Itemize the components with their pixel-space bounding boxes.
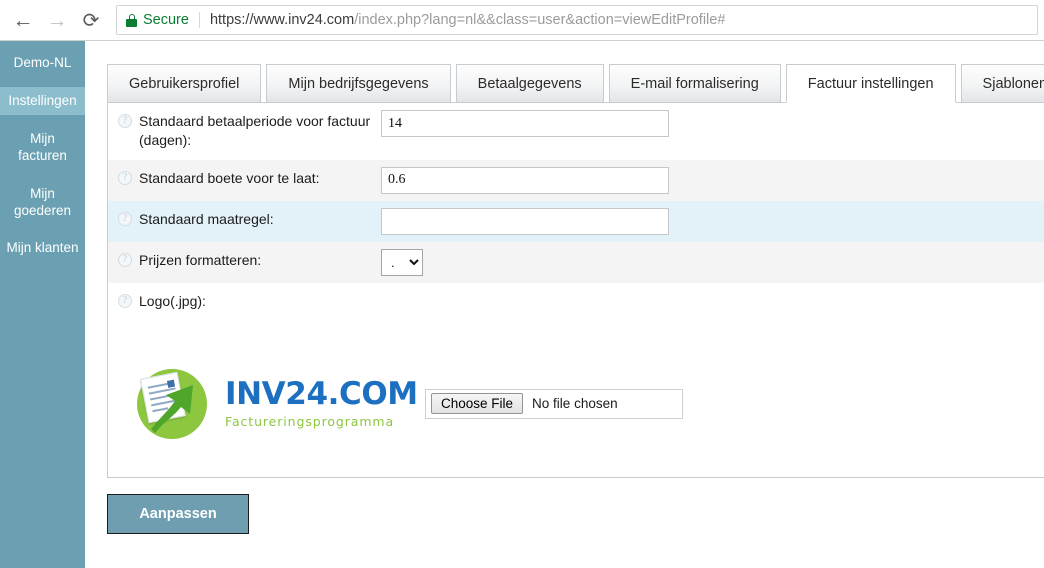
form-row-prijzen-formatteren: ? Prijzen formatteren: . ,	[108, 241, 1044, 283]
sidebar: Demo-NL Instellingen Mijn facturen Mijn …	[0, 41, 85, 568]
prijzen-formatteren-select[interactable]: . ,	[381, 248, 423, 276]
field-cell: . ,	[381, 242, 1044, 283]
label-cell: ? Prijzen formatteren:	[108, 242, 381, 279]
field-label: Standaard maatregel:	[139, 210, 274, 227]
help-question-icon[interactable]: ?	[118, 114, 132, 128]
tab-label: Betaalgegevens	[477, 75, 582, 92]
field-label: Logo(.jpg):	[139, 292, 206, 309]
submit-area: Aanpassen	[107, 494, 249, 534]
tab-gebruikersprofiel[interactable]: Gebruikersprofiel	[107, 64, 262, 102]
sidebar-item-mijn-facturen[interactable]: Mijn facturen	[0, 125, 85, 170]
label-cell: ? Standaard betaalperiode voor factuur (…	[108, 103, 381, 160]
tab-label: E-mail formalisering	[630, 75, 759, 92]
tab-label: Mijn bedrijfsgegevens	[288, 75, 429, 92]
label-cell: ? Standaard maatregel:	[108, 201, 381, 238]
logo-upload-area: INV24.COM Factureringsprogramma Choose F…	[108, 358, 1044, 450]
growth-arrow-icon	[151, 384, 193, 433]
field-cell	[381, 201, 1044, 242]
field-cell	[381, 103, 1044, 144]
omnibox-divider	[198, 12, 200, 28]
choose-file-button[interactable]: Choose File	[431, 393, 524, 415]
forward-button[interactable]: →	[40, 3, 74, 37]
sidebar-item-instellingen[interactable]: Instellingen	[0, 87, 85, 115]
url-path: /index.php?lang=nl&&class=user&action=vi…	[354, 12, 726, 28]
tab-label: Factuur instellingen	[807, 75, 934, 92]
tab-mijn-bedrijfsgegevens[interactable]: Mijn bedrijfsgegevens	[266, 64, 451, 102]
sidebar-item-mijn-goederen[interactable]: Mijn goederen	[0, 180, 85, 225]
address-bar[interactable]: Secure https://www.inv24.com/index.php?l…	[116, 5, 1038, 35]
back-button[interactable]: ←	[6, 3, 40, 37]
main-content: Gebruikersprofiel Mijn bedrijfsgegevens …	[85, 41, 1044, 568]
label-cell: ? Logo(.jpg):	[108, 283, 381, 320]
url-text: https://www.inv24.com/index.php?lang=nl&…	[210, 12, 725, 28]
form-row-maatregel: ? Standaard maatregel:	[108, 200, 1044, 242]
field-label: Standaard betaalperiode voor factuur (da…	[139, 113, 371, 149]
sidebar-item-label: Mijn facturen	[18, 131, 67, 164]
help-question-icon[interactable]: ?	[118, 170, 132, 185]
boete-input[interactable]	[381, 166, 669, 194]
tab-label: Gebruikersprofiel	[129, 75, 240, 92]
help-question-icon[interactable]: ?	[118, 211, 132, 226]
field-label: Prijzen formatteren:	[139, 251, 262, 268]
page-body: Demo-NL Instellingen Mijn facturen Mijn …	[0, 41, 1044, 568]
inv24-logo-icon	[131, 363, 213, 445]
tab-email-formalisering[interactable]: E-mail formalisering	[608, 64, 781, 102]
maatregel-input[interactable]	[381, 207, 669, 235]
lock-icon	[126, 13, 137, 27]
sidebar-item-demo-nl[interactable]: Demo-NL	[0, 49, 85, 77]
field-label: Standaard boete voor te laat:	[139, 169, 320, 186]
logo-name-text: INV24.COM	[225, 375, 418, 412]
form-row-logo: ? Logo(.jpg):	[108, 282, 1044, 320]
field-cell	[381, 160, 1044, 201]
help-question-icon[interactable]: ?	[118, 252, 132, 267]
logo-tagline-text: Factureringsprogramma	[225, 413, 395, 429]
label-cell: ? Standaard boete voor te laat:	[108, 160, 381, 197]
sidebar-item-label: Demo-NL	[13, 55, 72, 71]
form-row-boete: ? Standaard boete voor te laat:	[108, 159, 1044, 201]
sidebar-item-label: Mijn klanten	[6, 240, 79, 256]
logo-file-input[interactable]: Choose File No file chosen	[425, 388, 683, 419]
help-question-icon[interactable]: ?	[118, 293, 132, 308]
forward-arrow-icon: →	[46, 8, 68, 32]
reload-button[interactable]: ⟳	[74, 3, 108, 37]
settings-panel: ? Standaard betaalperiode voor factuur (…	[107, 103, 1044, 478]
secure-label: Secure	[143, 12, 189, 28]
form-row-betaalperiode: ? Standaard betaalperiode voor factuur (…	[108, 103, 1044, 160]
tab-factuur-instellingen[interactable]: Factuur instellingen	[785, 64, 956, 103]
betaalperiode-input[interactable]	[381, 110, 669, 137]
sidebar-item-mijn-klanten[interactable]: Mijn klanten	[0, 234, 85, 262]
tab-betaalgegevens[interactable]: Betaalgegevens	[455, 64, 604, 102]
tab-label: Sjablonen	[982, 75, 1044, 92]
sidebar-item-label: Instellingen	[8, 93, 77, 109]
tab-bar: Gebruikersprofiel Mijn bedrijfsgegevens …	[107, 64, 1044, 103]
url-host: https://www.inv24.com	[209, 12, 355, 28]
tab-sjablonen[interactable]: Sjablonen	[960, 64, 1044, 102]
file-status-text: No file chosen	[532, 396, 618, 412]
reload-icon: ⟳	[82, 9, 100, 32]
sidebar-item-label: Mijn goederen	[13, 185, 72, 218]
logo-wordmark: INV24.COM Factureringsprogramma	[213, 375, 418, 429]
aanpassen-submit-button[interactable]: Aanpassen	[107, 494, 249, 534]
back-arrow-icon: ←	[12, 8, 34, 32]
browser-toolbar: ← → ⟳ Secure https://www.inv24.com/index…	[0, 0, 1044, 41]
current-logo-preview: INV24.COM Factureringsprogramma	[118, 358, 418, 450]
field-cell	[381, 283, 1044, 297]
